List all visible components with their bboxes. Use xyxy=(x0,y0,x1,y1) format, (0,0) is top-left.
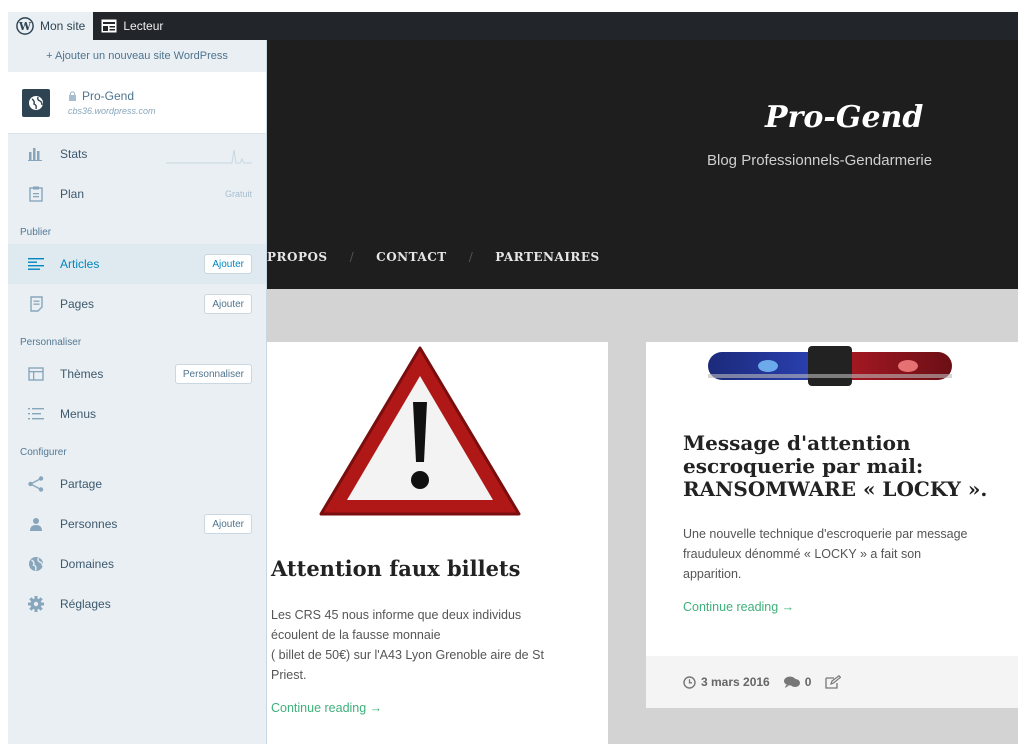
plan-icon xyxy=(26,184,46,204)
excerpt-line: ( billet de 50€) sur l'A43 Lyon Grenoble… xyxy=(271,648,544,662)
lock-icon xyxy=(69,91,76,101)
admin-bar: W Mon site Lecteur xyxy=(8,12,1018,40)
sidebar-item-label: Partage xyxy=(60,477,103,491)
edit-post-link[interactable] xyxy=(825,675,846,689)
sidebar-item-label: Menus xyxy=(60,407,97,421)
sidebar-item-pages[interactable]: Pages Ajouter xyxy=(8,284,266,324)
nav-separator: / xyxy=(349,250,355,264)
site-title[interactable]: Pro-Gend xyxy=(765,100,923,135)
post-card: Message d'attention escroquerie par mail… xyxy=(646,342,1018,708)
nav-item-contact[interactable]: CONTACT xyxy=(376,250,447,264)
svg-text:W: W xyxy=(18,20,32,33)
articles-icon xyxy=(26,254,46,274)
add-article-button[interactable]: Ajouter xyxy=(204,254,252,274)
site-name: Pro-Gend xyxy=(82,89,135,103)
site-url: cbs36.wordpress.com xyxy=(68,106,156,116)
gear-icon xyxy=(26,594,46,614)
wordpress-icon: W xyxy=(16,17,34,35)
comment-icon xyxy=(783,676,800,688)
sidebar-item-label: Plan xyxy=(60,187,85,201)
section-label-publish: Publier xyxy=(20,227,52,238)
sidebar-item-articles[interactable]: Articles Ajouter xyxy=(8,244,266,284)
sidebar-item-label: Personnes xyxy=(60,517,118,531)
globe-icon xyxy=(26,554,46,574)
excerpt-line: Une nouvelle technique d'escroquerie par… xyxy=(683,527,968,541)
warning-sign-image[interactable] xyxy=(315,342,525,520)
post-meta-bar: 3 mars 2016 0 xyxy=(646,656,1018,708)
add-person-button[interactable]: Ajouter xyxy=(204,514,252,534)
nav-item-partenaires[interactable]: PARTENAIRES xyxy=(495,250,599,264)
clock-icon xyxy=(683,675,696,689)
sidebar-item-people[interactable]: Personnes Ajouter xyxy=(8,504,266,544)
sidebar-item-settings[interactable]: Réglages xyxy=(8,584,266,624)
nav-separator: / xyxy=(468,250,474,264)
themes-icon xyxy=(26,364,46,384)
add-site-link[interactable]: + Ajouter un nouveau site WordPress xyxy=(8,40,266,72)
people-icon xyxy=(26,514,46,534)
excerpt-line: écoulent de la fausse monnaie xyxy=(271,628,441,642)
sidebar-item-domains[interactable]: Domaines xyxy=(8,544,266,584)
site-globe-icon xyxy=(22,88,50,117)
sidebar: + Ajouter un nouveau site WordPress Pro-… xyxy=(8,40,267,744)
sidebar-item-label: Stats xyxy=(60,147,88,161)
stats-icon xyxy=(26,144,46,164)
site-card[interactable]: Pro-Gend cbs36.wordpress.com xyxy=(8,72,266,134)
section-label-configure: Configurer xyxy=(20,447,67,458)
post-card: Attention faux billets Les CRS 45 nous i… xyxy=(267,342,608,744)
police-lightbar-image[interactable] xyxy=(708,346,952,386)
my-site-label: Mon site xyxy=(40,19,86,33)
sidebar-item-label: Pages xyxy=(60,297,95,311)
sidebar-item-label: Articles xyxy=(60,257,100,271)
customize-button[interactable]: Personnaliser xyxy=(174,364,252,384)
excerpt-line: frauduleux dénommé « LOCKY » a fait son xyxy=(683,547,922,561)
share-icon xyxy=(26,474,46,494)
sidebar-item-plan[interactable]: Plan Gratuit xyxy=(8,174,266,214)
sidebar-item-label: Thèmes xyxy=(60,367,104,381)
nav-item-propos[interactable]: PROPOS xyxy=(267,250,328,264)
post-date[interactable]: 3 mars 2016 xyxy=(683,675,770,689)
edit-icon xyxy=(825,675,842,689)
reader-icon xyxy=(101,19,117,33)
sidebar-item-share[interactable]: Partage xyxy=(8,464,266,504)
sidebar-item-menus[interactable]: Menus xyxy=(8,394,266,434)
read-more-link[interactable]: Continue reading → xyxy=(683,600,794,614)
post-title-line: escroquerie par mail: xyxy=(683,454,924,478)
sidebar-item-themes[interactable]: Thèmes Personnaliser xyxy=(8,354,266,394)
site-header: Pro-Gend Blog Professionnels-Gendarmerie… xyxy=(267,40,1018,289)
post-title-line: RANSOMWARE « LOCKY ». xyxy=(683,477,988,501)
reader-button[interactable]: Lecteur xyxy=(93,12,171,40)
comment-count: 0 xyxy=(804,675,812,689)
post-excerpt: Une nouvelle technique d'escroquerie par… xyxy=(683,524,1013,584)
section-label-customize: Personnaliser xyxy=(20,337,82,348)
plan-meta: Gratuit xyxy=(224,189,252,199)
post-comments[interactable]: 0 xyxy=(783,675,812,689)
excerpt-line: apparition. xyxy=(683,567,742,581)
post-title-line: Message d'attention xyxy=(683,431,911,455)
add-page-button[interactable]: Ajouter xyxy=(204,294,252,314)
my-site-button[interactable]: W Mon site xyxy=(8,12,94,40)
post-title[interactable]: Attention faux billets xyxy=(271,556,520,581)
site-tagline: Blog Professionnels-Gendarmerie xyxy=(707,152,933,169)
reader-label: Lecteur xyxy=(123,19,164,33)
sidebar-item-stats[interactable]: Stats xyxy=(8,134,266,174)
read-more-link[interactable]: Continue reading → xyxy=(271,701,382,715)
pages-icon xyxy=(26,294,46,314)
menus-icon xyxy=(26,404,46,424)
sidebar-item-label: Domaines xyxy=(60,557,115,571)
excerpt-line: Les CRS 45 nous informe que deux individ… xyxy=(271,608,522,622)
sidebar-item-label: Réglages xyxy=(60,597,111,611)
post-date-text: 3 mars 2016 xyxy=(701,675,770,689)
excerpt-line: Priest. xyxy=(271,668,307,682)
stats-sparkline xyxy=(166,149,252,164)
site-nav: PROPOS / CONTACT / PARTENAIRES xyxy=(267,250,600,264)
post-title[interactable]: Message d'attention escroquerie par mail… xyxy=(683,432,987,501)
post-excerpt: Les CRS 45 nous informe que deux individ… xyxy=(271,605,601,685)
